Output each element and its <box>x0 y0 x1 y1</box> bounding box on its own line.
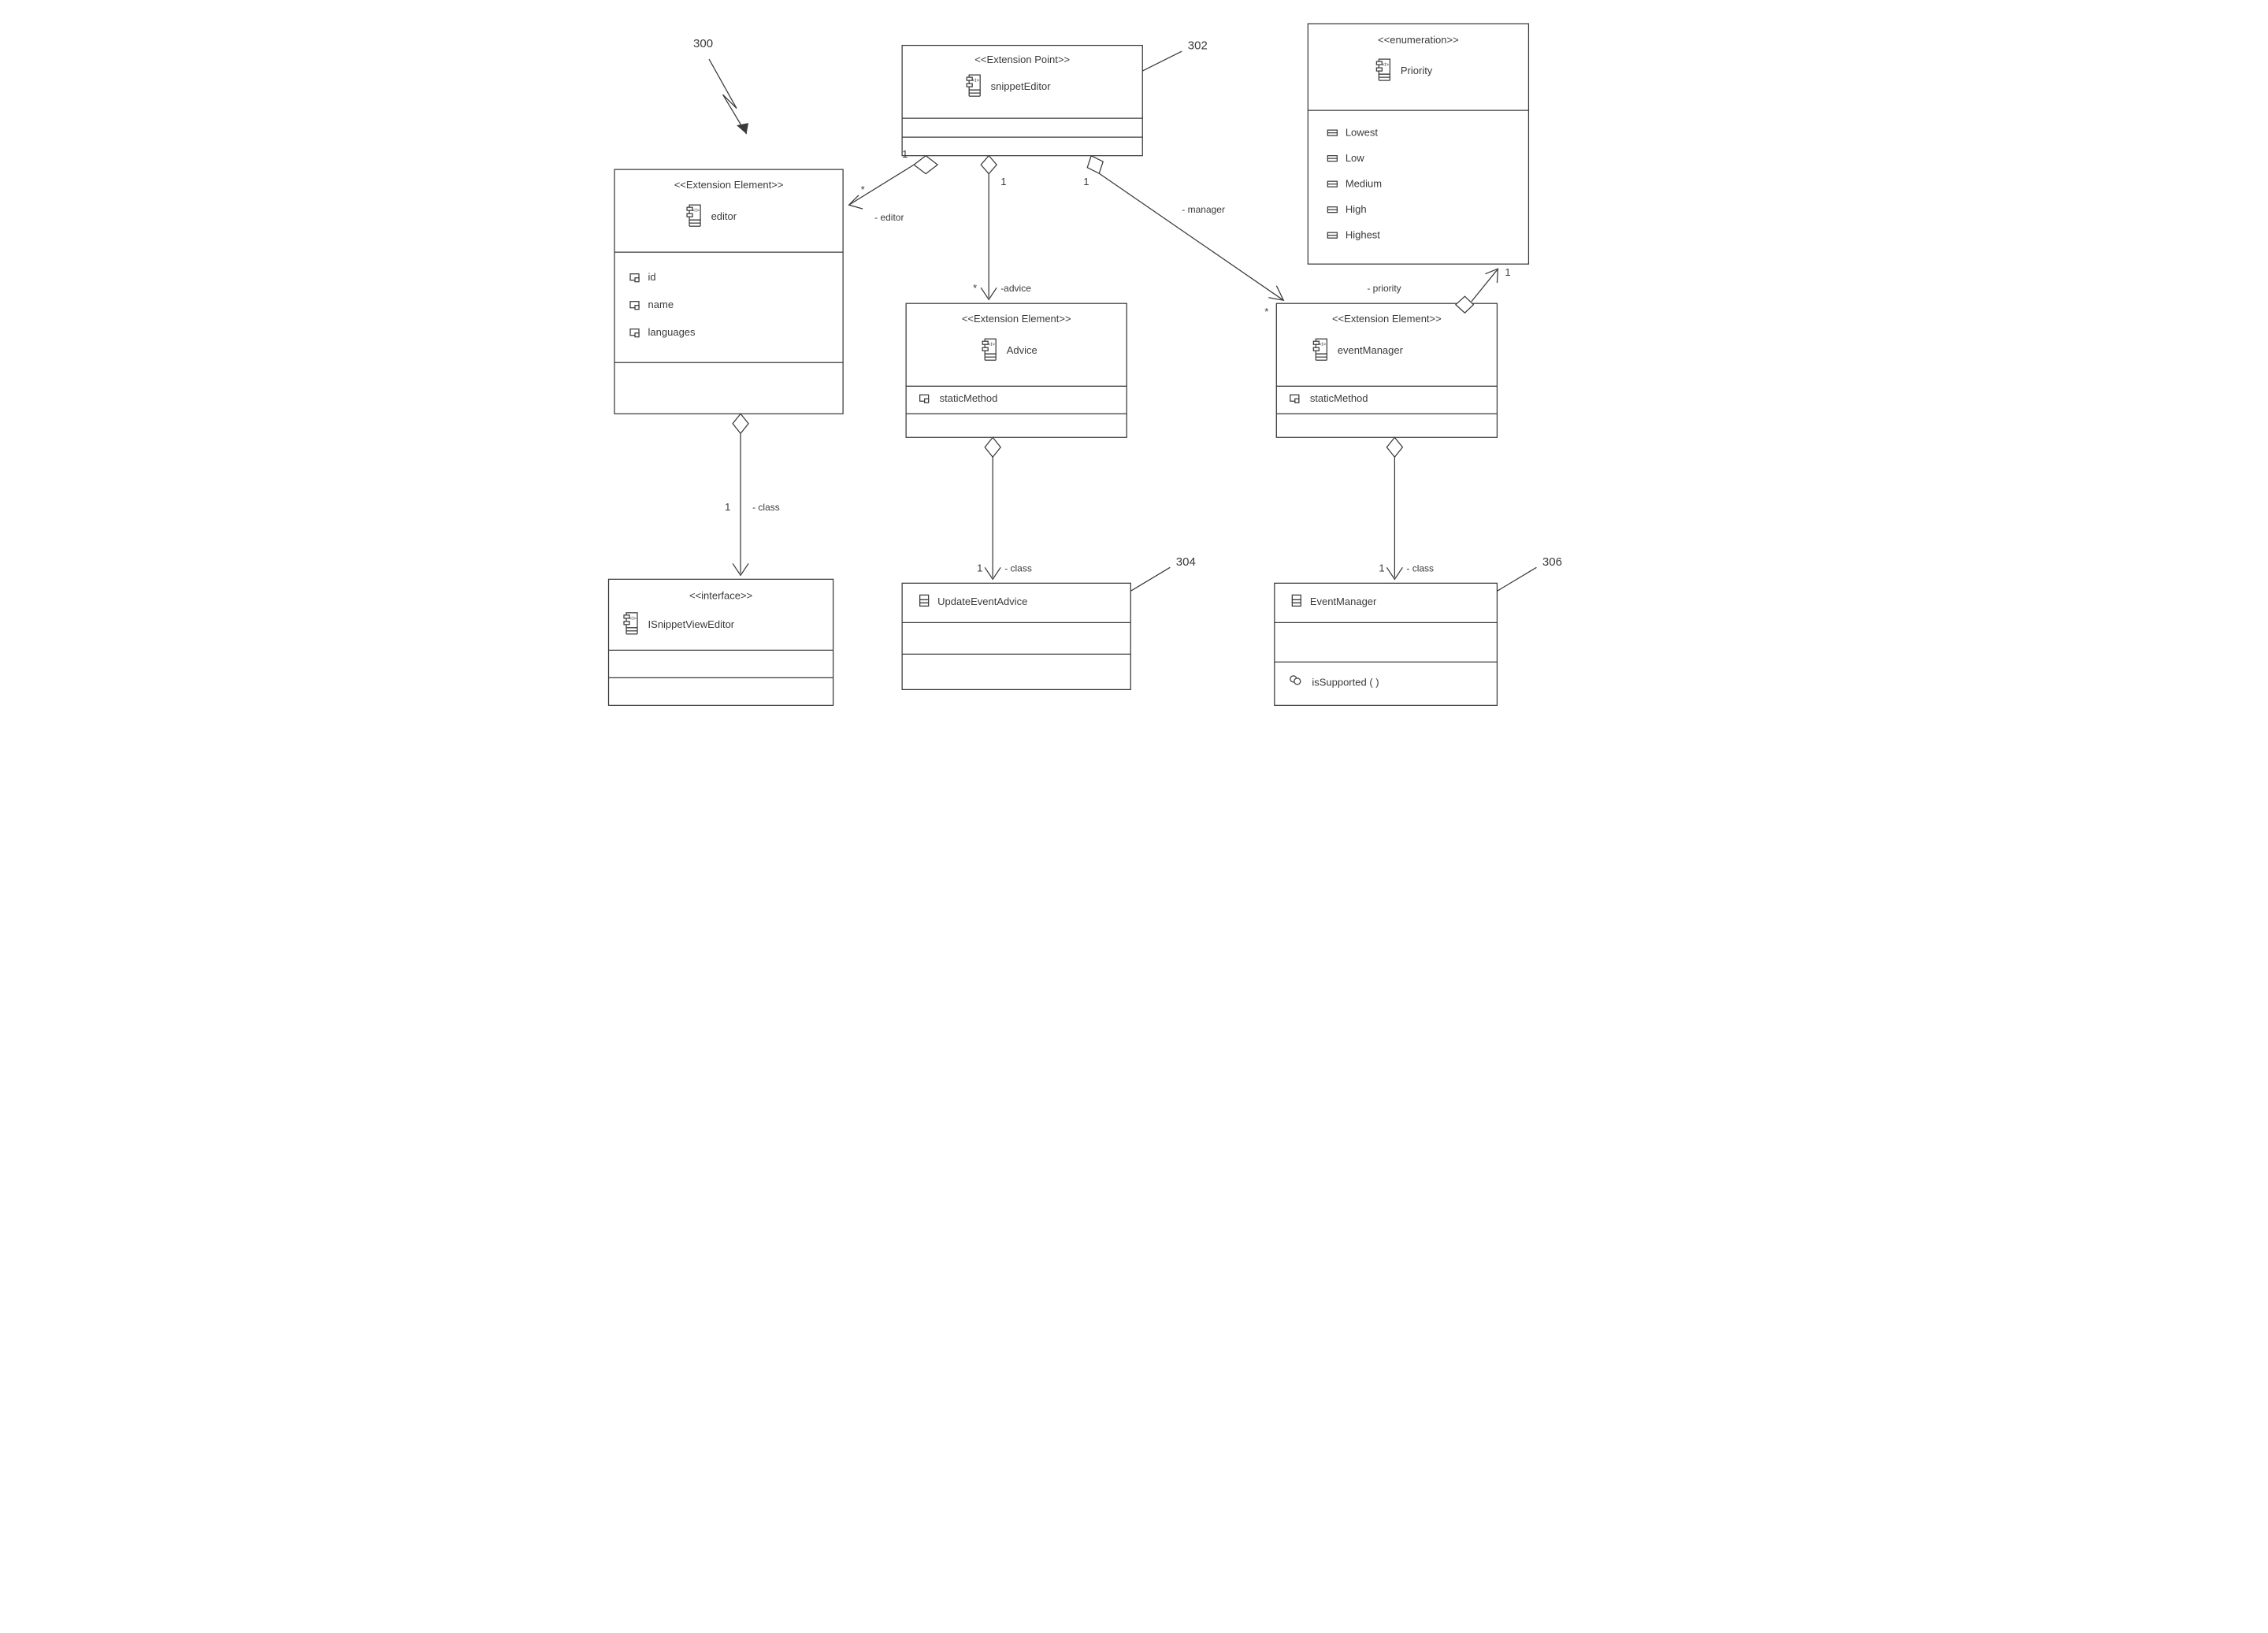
svg-text:*: * <box>860 184 864 195</box>
priority-val-lowest: Lowest <box>1345 127 1378 139</box>
advice-name: Advice <box>1006 344 1037 356</box>
uml-diagram: <I> <<Extension Point>> snippetEditor 30… <box>567 0 1702 817</box>
conn-editor: 1 * - editor <box>848 148 937 223</box>
editor-role-label: - editor <box>874 212 904 223</box>
priority-val-low: Low <box>1345 152 1364 164</box>
conn-advice: 1 * -advice <box>973 156 1031 300</box>
isnippet-box: <<interface>> ISnippetViewEditor <box>608 579 833 705</box>
editor-name: editor <box>711 210 737 222</box>
svg-text:*: * <box>1264 306 1268 317</box>
event-manager-stereotype: <<Extension Element>> <box>1331 313 1441 325</box>
svg-text:1: 1 <box>1083 176 1089 187</box>
advice-attr-static: staticMethod <box>939 392 997 404</box>
manager-role-label: - manager <box>1182 204 1225 215</box>
advice-class-role-label: - class <box>1004 562 1032 573</box>
conn-editor-class: 1 - class <box>725 414 780 575</box>
snippet-editor-box: <<Extension Point>> snippetEditor <box>902 46 1142 156</box>
svg-text:1: 1 <box>1000 176 1006 187</box>
svg-text:1: 1 <box>1505 266 1510 278</box>
conn-eventmgr-class: 1 - class <box>1379 437 1434 579</box>
event-manager-attr-static: staticMethod <box>1309 392 1368 404</box>
snippet-editor-stereotype: <<Extension Point>> <box>974 54 1070 65</box>
conn-manager: 1 * - manager <box>1083 156 1283 318</box>
event-manager-box: <<Extension Element>> eventManager stati… <box>1276 303 1497 437</box>
priority-val-medium: Medium <box>1345 178 1381 190</box>
advice-box: <<Extension Element>> Advice staticMetho… <box>906 303 1127 437</box>
editor-attr-id: id <box>648 271 655 283</box>
ref-306: 306 <box>1542 555 1561 569</box>
isnippet-name: ISnippetViewEditor <box>648 618 734 630</box>
advice-role-label: -advice <box>1000 283 1031 294</box>
advice-stereotype: <<Extension Element>> <box>961 313 1071 325</box>
ref-302: 302 <box>1187 39 1207 53</box>
editor-attr-languages: languages <box>648 326 695 338</box>
svg-text:1: 1 <box>1379 562 1384 573</box>
event-mgr-class-name: EventManager <box>1309 596 1376 607</box>
priority-val-high: High <box>1345 203 1366 215</box>
eventmgr-class-role-label: - class <box>1406 562 1434 573</box>
svg-text:1: 1 <box>902 148 908 160</box>
snippet-editor-name: snippetEditor <box>990 80 1051 92</box>
event-mgr-class-box: EventManager isSupported ( ) <box>1274 583 1497 705</box>
event-mgr-class-op: isSupported ( ) <box>1312 676 1379 688</box>
event-manager-name: eventManager <box>1337 344 1403 356</box>
priority-stereotype: <<enumeration>> <box>1378 34 1459 46</box>
isnippet-stereotype: <<interface>> <box>689 589 752 601</box>
svg-text:*: * <box>973 282 977 294</box>
priority-val-highest: Highest <box>1345 229 1379 241</box>
priority-name: Priority <box>1400 65 1432 76</box>
editor-attr-name: name <box>648 299 674 310</box>
editor-stereotype: <<Extension Element>> <box>674 179 783 191</box>
conn-priority: 1 - priority <box>1367 266 1510 313</box>
update-advice-name: UpdateEventAdvice <box>937 596 1027 607</box>
conn-advice-class: 1 - class <box>977 437 1032 579</box>
svg-text:1: 1 <box>977 562 982 573</box>
editor-box: <<Extension Element>> editor id name lan… <box>614 169 843 414</box>
update-advice-box: UpdateEventAdvice <box>902 583 1130 689</box>
ref-304: 304 <box>1175 555 1195 569</box>
priority-role-label: - priority <box>1367 283 1401 294</box>
editor-class-role-label: - class <box>752 502 780 513</box>
ref-300: 300 <box>693 37 713 50</box>
priority-box: <<enumeration>> Priority Lowest Low Medi… <box>1308 24 1528 264</box>
svg-text:1: 1 <box>725 501 730 513</box>
